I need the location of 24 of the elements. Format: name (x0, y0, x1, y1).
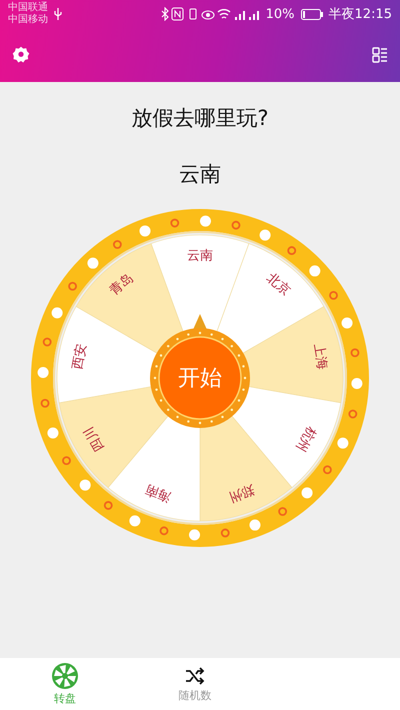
start-button[interactable]: 开始 (150, 328, 250, 428)
segment-label: 四川 (81, 424, 108, 454)
segment-label: 海南 (144, 481, 174, 504)
settings-icon[interactable] (12, 46, 30, 64)
nav-tab[interactable]: 转盘 (0, 658, 130, 710)
segment-label: 北京 (264, 270, 294, 299)
segment-label: 上海 (310, 342, 330, 371)
segment-label: 云南 (187, 248, 213, 264)
battery-level: 10% (266, 6, 295, 22)
nav-tab[interactable]: 随机数 (130, 658, 260, 710)
question-title: 放假去哪里玩? (131, 105, 269, 132)
segment-label: 杭州 (292, 424, 319, 454)
segment-label: 郑州 (226, 481, 256, 504)
segment-label: 青岛 (106, 270, 136, 299)
wheel-icon (51, 662, 79, 690)
usb-icon (54, 8, 62, 20)
carrier-name: 中国联通 (8, 2, 48, 14)
shuffle-icon (184, 665, 206, 687)
list-icon[interactable] (372, 47, 388, 63)
clock: 半夜12:15 (328, 6, 392, 23)
result-text: 云南 (179, 161, 221, 188)
battery-icon (300, 8, 323, 20)
segment-label: 西安 (70, 342, 90, 371)
carrier-name: 中国移动 (8, 14, 48, 26)
